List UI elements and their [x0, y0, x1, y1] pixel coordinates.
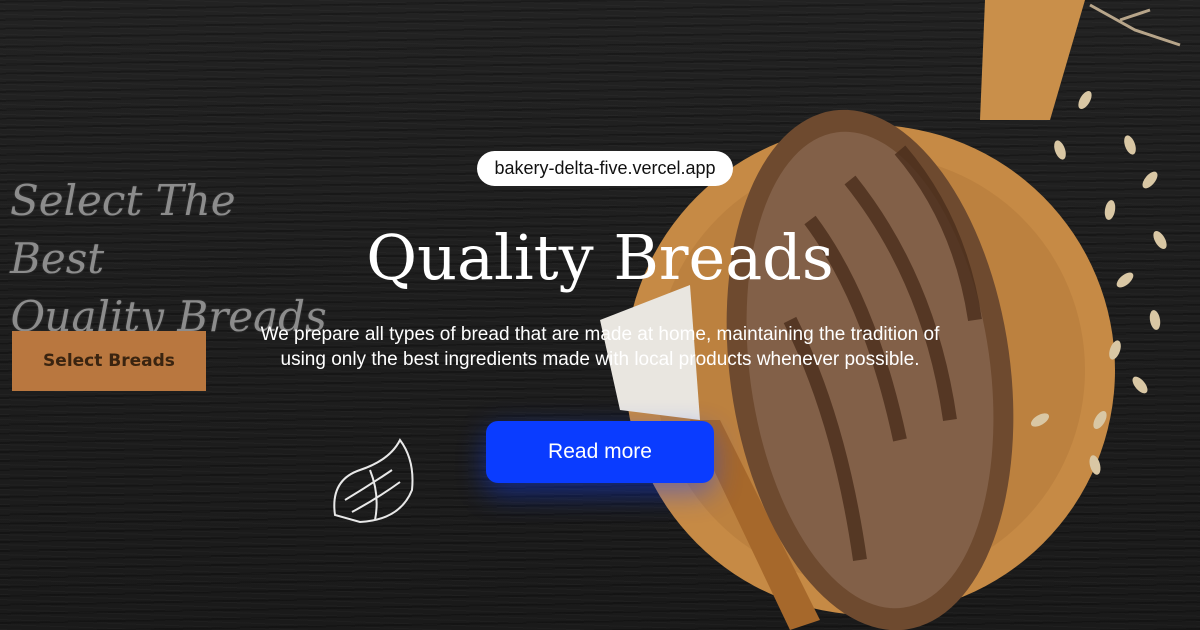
- read-more-button[interactable]: Read more: [486, 421, 714, 483]
- url-pill: bakery-delta-five.vercel.app: [477, 151, 733, 186]
- tagline-line-1: Select The Best: [10, 176, 236, 283]
- hero-description: We prepare all types of bread that are m…: [260, 324, 940, 370]
- hero-title: Quality Breads: [366, 221, 834, 294]
- croissant-icon: [333, 438, 414, 524]
- cutting-board-handle: [980, 0, 1085, 120]
- twig: [1089, 3, 1181, 47]
- select-breads-button[interactable]: Select Breads: [12, 331, 206, 391]
- background-tagline: Select The Best Quality Breads: [10, 172, 340, 346]
